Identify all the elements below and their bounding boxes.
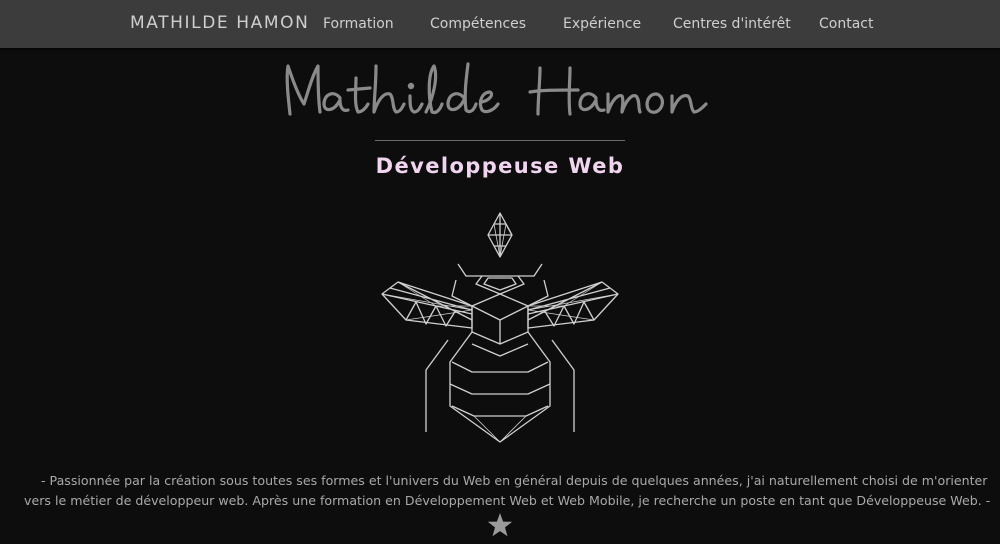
nav-link-experience[interactable]: Expérience [563, 16, 641, 32]
nav-link-contact[interactable]: Contact [819, 16, 873, 32]
star-icon [487, 513, 513, 537]
nav-link-competences[interactable]: Compétences [430, 16, 526, 32]
job-title: Développeuse Web [375, 154, 625, 178]
title-divider [375, 140, 625, 141]
top-navbar: MATHILDE HAMON Formation Compétences Exp… [0, 0, 1000, 48]
brand-link[interactable]: MATHILDE HAMON [130, 13, 309, 33]
nav-link-centres-interet[interactable]: Centres d'intérêt [673, 16, 791, 32]
nav-link-formation[interactable]: Formation [323, 16, 394, 32]
about-text: - Passionnée par la création sous toutes… [24, 473, 991, 508]
geometric-bee-icon [381, 212, 619, 443]
signature-logo [285, 62, 708, 116]
